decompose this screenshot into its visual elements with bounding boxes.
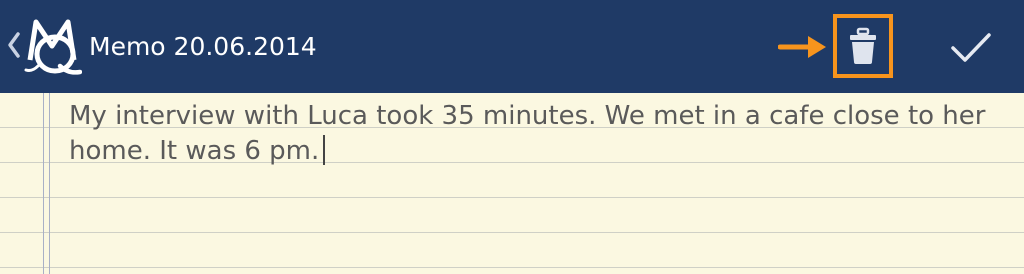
memo-text-field[interactable]: My interview with Luca took 35 minutes. … — [69, 99, 999, 169]
up-navigation-button[interactable] — [0, 0, 86, 93]
memo-notepad[interactable]: My interview with Luca took 35 minutes. … — [0, 93, 1024, 274]
delete-button[interactable] — [838, 20, 888, 72]
checkmark-icon — [951, 33, 991, 62]
memo-text: My interview with Luca took 35 minutes. … — [69, 101, 994, 166]
arrow-right-icon — [778, 36, 826, 58]
memo-title: Memo 20.06.2014 — [89, 32, 317, 61]
action-bar: Memo 20.06.2014 — [0, 0, 1024, 93]
margin-line — [43, 93, 44, 274]
mq-monogram-logo — [24, 19, 82, 75]
done-button[interactable] — [940, 22, 1002, 74]
text-cursor — [323, 135, 326, 165]
margin-line — [49, 93, 50, 274]
chevron-left-icon — [8, 32, 20, 58]
trash-can-icon — [850, 27, 876, 64]
memo-editor-screen: Memo 20.06.2014 My interview with Luca t… — [0, 0, 1024, 274]
